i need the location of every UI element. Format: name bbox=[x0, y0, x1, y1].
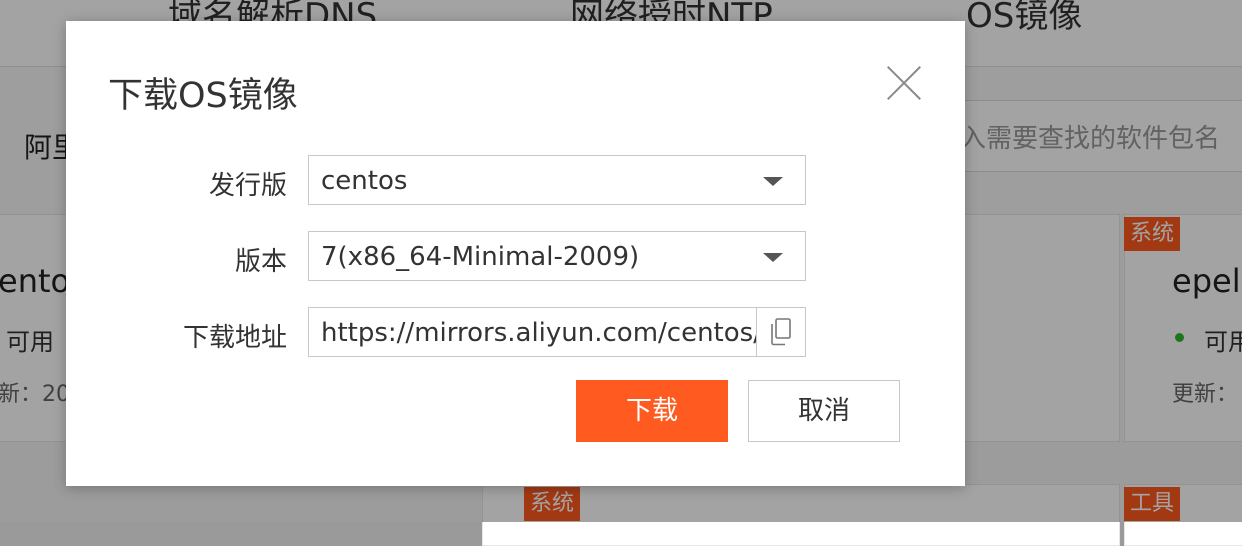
copy-button[interactable] bbox=[756, 308, 805, 356]
version-value: 7(x86_64-Minimal-2009) bbox=[321, 242, 640, 272]
distro-value: centos bbox=[321, 166, 408, 196]
version-select[interactable]: 7(x86_64-Minimal-2009) bbox=[308, 231, 806, 281]
distro-label: 发行版 bbox=[208, 171, 287, 201]
chevron-down-icon bbox=[763, 253, 783, 262]
dialog-title: 下载OS镜像 bbox=[108, 76, 298, 116]
download-button[interactable]: 下载 bbox=[576, 380, 728, 442]
download-url-label: 下载地址 bbox=[182, 323, 287, 353]
download-url-field[interactable]: https://mirrors.aliyun.com/centos/7 bbox=[308, 307, 806, 357]
cancel-button[interactable]: 取消 bbox=[748, 380, 900, 442]
copy-icon bbox=[771, 318, 791, 346]
download-os-image-dialog: 下载OS镜像 发行版 centos 版本 7(x86_64-Minimal-20… bbox=[66, 21, 965, 486]
download-url-value[interactable]: https://mirrors.aliyun.com/centos/7 bbox=[321, 318, 757, 348]
chevron-down-icon bbox=[763, 177, 783, 186]
close-icon[interactable] bbox=[886, 65, 922, 101]
version-label: 版本 bbox=[234, 247, 287, 277]
distro-select[interactable]: centos bbox=[308, 155, 806, 205]
